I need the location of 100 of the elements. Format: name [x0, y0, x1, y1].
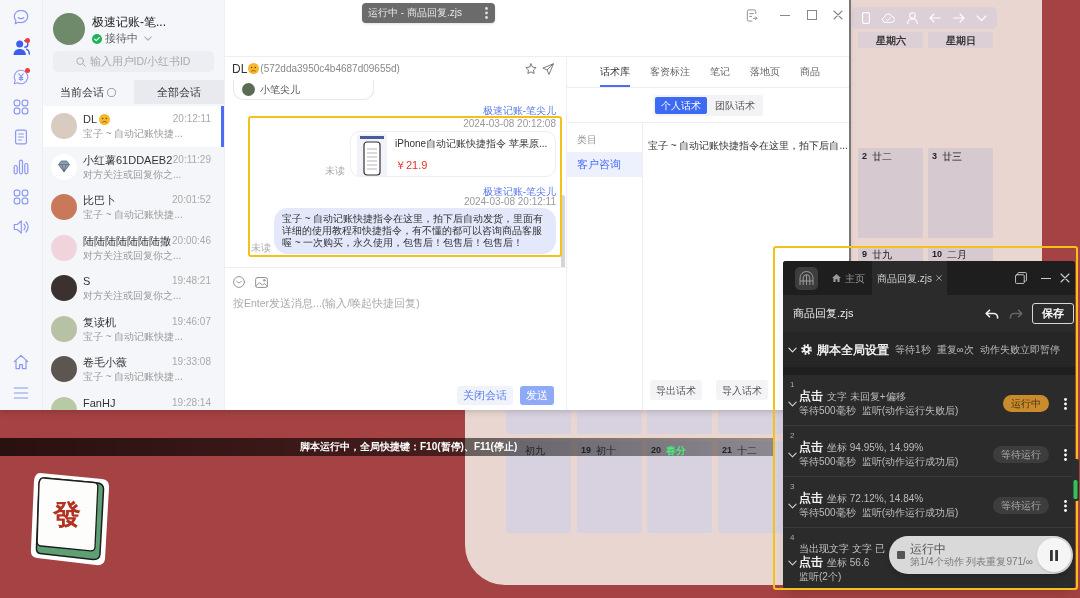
- avatar: [51, 234, 77, 261]
- action-detail: 等待500毫秒: [799, 506, 856, 520]
- chevron-down-icon[interactable]: [788, 451, 797, 458]
- smiley-icon[interactable]: [233, 276, 245, 288]
- search-field[interactable]: 输入用户ID/小红书ID: [53, 51, 214, 72]
- script-item[interactable]: 宝子 ~ 自动记账快捷指令在这里，拍下后自...: [648, 140, 848, 152]
- more-icon[interactable]: [1064, 397, 1067, 410]
- message-input[interactable]: 按Enter发送消息...(输入/唤起快捷回复): [233, 297, 553, 309]
- scope-option[interactable]: 个人话术: [655, 96, 707, 114]
- action-detail: 监听(2个): [799, 570, 842, 584]
- contact-name: S: [83, 275, 91, 287]
- action-detail: 等待500毫秒: [799, 404, 856, 418]
- close-icon[interactable]: [936, 275, 942, 281]
- stop-icon[interactable]: [896, 551, 905, 559]
- conversation-item[interactable]: 复读机 19:46:07 宝子 ~ 自动记账快捷...: [43, 308, 224, 349]
- session-tab[interactable]: 全部会话: [133, 80, 224, 104]
- avatar: [51, 356, 77, 382]
- chevron-down-icon[interactable]: [788, 560, 797, 566]
- chat-message: 宝子 ~ 自动记账快捷指令在这里，拍下后自动发货，里面有详细的使用教程和快捷指令，有不懂的都可以咨询商品客服喔 ~ 一次购买，永久使用，包售后！包售后！包售后！: [274, 208, 556, 254]
- document-icon[interactable]: [13, 129, 29, 145]
- search-icon: [75, 56, 86, 67]
- window-tab[interactable]: 主页: [827, 261, 870, 295]
- conversation-item[interactable]: 比巴卜 20:01:52 宝子 ~ 自动记账快捷...: [43, 187, 224, 228]
- contact-name: 卷毛小薇: [83, 356, 127, 368]
- conversation-item[interactable]: 卷毛小薇 19:33:08 宝子 ~ 自动记账快捷...: [43, 349, 224, 390]
- undo-icon[interactable]: [985, 308, 999, 319]
- chat-bubble-icon[interactable]: [13, 9, 29, 25]
- speaker-icon[interactable]: [13, 219, 29, 235]
- minimize-icon[interactable]: [1041, 277, 1051, 279]
- script-button[interactable]: 导出话术: [650, 380, 702, 400]
- message-time: 20:12:11: [172, 113, 211, 125]
- day-number: 9: [862, 249, 867, 260]
- contact-name: 小红薯61DDAEB2: [83, 153, 173, 166]
- document-export-icon[interactable]: [746, 9, 758, 22]
- more-icon[interactable]: [1064, 448, 1067, 461]
- contact-name: DL: [83, 113, 98, 125]
- grid-icon[interactable]: [13, 189, 29, 205]
- arch-logo-icon: [795, 266, 818, 290]
- gear-icon: [801, 344, 812, 355]
- maximize-icon[interactable]: [807, 10, 817, 20]
- product-card[interactable]: iPhone自动记账快捷指令 苹果原... ￥21.9: [350, 131, 556, 177]
- cloud-check-icon[interactable]: [881, 13, 896, 23]
- lunar-date: 初九: [525, 445, 545, 456]
- chat-yen-icon[interactable]: [13, 69, 29, 85]
- window-tab[interactable]: 商品回复.zjs: [872, 261, 947, 295]
- star-icon[interactable]: [525, 62, 537, 75]
- step-number: 4: [789, 533, 796, 542]
- shared-card[interactable]: 小笔尖儿: [233, 80, 374, 100]
- category-item[interactable]: 客户咨询: [567, 152, 642, 177]
- script-button[interactable]: 导入话术: [716, 380, 768, 400]
- scope-option[interactable]: 团队话术: [709, 96, 761, 114]
- panel-tab[interactable]: 落地页: [750, 57, 780, 87]
- restore-icon[interactable]: [1015, 272, 1027, 284]
- message-preview: 宝子 ~ 自动记账快捷...: [83, 330, 184, 343]
- action-type: 点击: [799, 491, 823, 506]
- users-icon[interactable]: [12, 38, 30, 56]
- weekday-header: 星期日: [928, 32, 993, 48]
- day-number: 3: [932, 151, 937, 162]
- save-button[interactable]: 保存: [1032, 303, 1074, 324]
- running-title: 运行中 - 商品回复.zjs: [368, 7, 462, 19]
- conversation-item[interactable]: S 19:48:21 对方关注或回复你之...: [43, 268, 224, 309]
- conversation-item[interactable]: 小红薯61DDAEB220:11:29 对方关注或回复你之...: [43, 146, 224, 187]
- setting-value: 动作失败立即暂停: [979, 343, 1060, 356]
- close-session-button[interactable]: 关闭会话: [457, 386, 513, 405]
- action-target: 坐标 72.12%, 14.84%: [827, 492, 924, 506]
- contact-name: DL: [232, 61, 248, 76]
- day-number: 20: [651, 445, 661, 456]
- pause-button[interactable]: [1037, 538, 1071, 572]
- action-target: 坐标 94.95%, 14.99%: [827, 441, 924, 455]
- message-time: 20:11:29: [172, 153, 211, 166]
- conversation-item[interactable]: FanHJ 19:28:14: [43, 389, 224, 410]
- home-icon[interactable]: [13, 354, 29, 370]
- status-dropdown[interactable]: 接待中: [92, 32, 166, 45]
- chevron-down-icon[interactable]: [788, 346, 797, 353]
- close-icon[interactable]: [1060, 273, 1070, 283]
- conversation-item[interactable]: 陆陆陆陆陆陆陆撒20:00:46 对方关注或回复你之...: [43, 227, 224, 268]
- scrollbar-thumb[interactable]: [561, 195, 565, 267]
- redo-icon[interactable]: [1009, 308, 1023, 319]
- bar-chart-icon[interactable]: [13, 159, 29, 175]
- lunar-date: 廿三: [942, 151, 962, 162]
- avatar: [51, 315, 77, 342]
- account-name: 极速记账-笔...: [92, 15, 166, 29]
- panel-tab[interactable]: 商品: [800, 57, 820, 87]
- sender-name: 极速记账-笔尖儿: [482, 187, 556, 197]
- panel-tab[interactable]: 笔记: [710, 57, 730, 87]
- image-icon[interactable]: [255, 276, 268, 288]
- send-icon[interactable]: [542, 62, 554, 75]
- setting-value: 等待1秒: [895, 343, 931, 356]
- sender-name: 极速记账-笔尖儿: [482, 106, 556, 116]
- chevron-down-icon[interactable]: [788, 502, 797, 509]
- panel-tab[interactable]: 话术库: [600, 57, 630, 87]
- product-title: iPhone自动记账快捷指令 苹果原...: [395, 138, 549, 150]
- conversation-item[interactable]: DL 20:12:11 宝子 ~ 自动记账快捷...: [43, 106, 224, 147]
- message-time: 2024-03-08 20:12:08: [463, 119, 556, 129]
- more-icon[interactable]: [1064, 499, 1067, 512]
- chevron-down-icon[interactable]: [788, 400, 797, 407]
- grid-icon[interactable]: [13, 99, 29, 115]
- panel-tab[interactable]: 客资标注: [650, 57, 690, 87]
- lunar-date: 二月: [947, 249, 967, 260]
- setting-value: 重复∞次: [936, 343, 974, 356]
